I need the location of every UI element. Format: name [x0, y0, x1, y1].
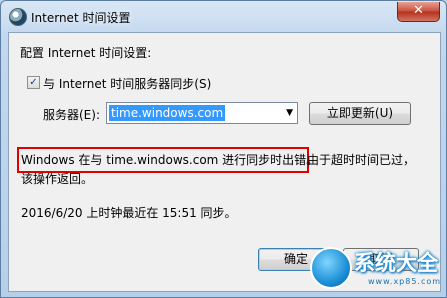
error-message-line2: 该操作返回。 [21, 172, 94, 186]
update-now-button[interactable]: 立即更新(U) [309, 102, 411, 125]
close-button[interactable]: ✕ [397, 2, 440, 22]
error-message-part1: Windows 在与 time.windows.com 进行同步时出错。 [21, 153, 319, 167]
globe-icon [310, 247, 352, 289]
window-title: Internet 时间设置 [31, 11, 131, 25]
sync-checkbox[interactable]: ✓ [27, 76, 40, 89]
last-sync-text: 2016/6/20 上时钟最近在 15:51 同步。 [21, 206, 237, 220]
watermark-logo: 系统大全 www.xp85.com [306, 243, 446, 298]
server-combobox[interactable]: time.windows.com ▼ [106, 102, 298, 124]
watermark-url: www.xp85.com [368, 277, 442, 286]
clock-icon [9, 8, 27, 26]
title-bar[interactable]: Internet 时间设置 ✕ [1, 1, 446, 33]
watermark-text: 系统大全 [354, 251, 438, 275]
chevron-down-icon[interactable]: ▼ [286, 105, 293, 121]
sync-checkbox-label[interactable]: 与 Internet 时间服务器同步(S) [43, 75, 211, 92]
server-label: 服务器(E): [43, 108, 100, 122]
server-value[interactable]: time.windows.com [109, 105, 226, 121]
config-label: 配置 Internet 时间设置: [20, 46, 152, 60]
error-message-part2: 由于超时时间已过， [307, 153, 416, 167]
